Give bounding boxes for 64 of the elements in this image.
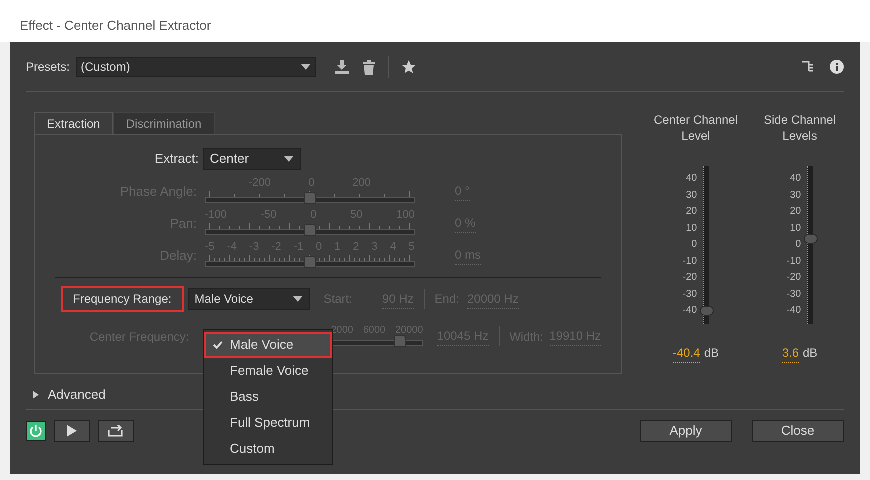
unit-label: dB bbox=[704, 345, 720, 362]
trash-icon[interactable] bbox=[362, 58, 376, 74]
dialog-button[interactable]: Close bbox=[752, 420, 844, 442]
menu-item[interactable]: Male Voice bbox=[204, 332, 332, 358]
meter-tick-label: 20 bbox=[685, 207, 698, 217]
presets-label: Presets: bbox=[26, 58, 70, 76]
meter-tick-label: 0 bbox=[690, 240, 698, 250]
meter-thumb[interactable] bbox=[804, 234, 818, 244]
meter-tick-label: -40 bbox=[786, 306, 802, 316]
caret-icon bbox=[284, 156, 294, 162]
menu-item-label: Bass bbox=[230, 388, 259, 406]
meter-tick-label: -30 bbox=[682, 290, 698, 300]
extract-dropdown[interactable]: Center bbox=[203, 148, 301, 170]
meter-tick-label: 40 bbox=[685, 174, 698, 184]
caret-icon bbox=[301, 64, 312, 70]
check-icon bbox=[213, 341, 223, 349]
menu-item[interactable]: Full Spectrum bbox=[204, 410, 332, 436]
frequency-range-dropdown[interactable]: Male Voice bbox=[188, 288, 310, 310]
meter-tick-label: 30 bbox=[789, 190, 802, 200]
extract-label: Extract: bbox=[154, 150, 200, 168]
power-icon bbox=[29, 424, 43, 438]
caret-icon bbox=[292, 296, 303, 302]
meter-tick-label: 20 bbox=[789, 207, 802, 217]
meter-title: Side Channel Levels bbox=[762, 112, 838, 145]
meter-value[interactable]: 3.6 bbox=[782, 344, 799, 363]
star-icon[interactable] bbox=[401, 58, 418, 74]
routing-icon[interactable] bbox=[802, 60, 816, 72]
tab[interactable]: Discrimination bbox=[113, 112, 215, 134]
meter-value[interactable]: -40.4 bbox=[672, 344, 700, 363]
menu-item[interactable]: Custom bbox=[204, 436, 332, 462]
tab[interactable]: Extraction bbox=[34, 112, 114, 134]
play-button[interactable] bbox=[54, 420, 90, 442]
menu-item-label: Male Voice bbox=[230, 336, 294, 354]
unit-label: dB bbox=[803, 345, 818, 362]
menu-item-label: Female Voice bbox=[230, 362, 309, 380]
presets-dropdown[interactable]: (Custom) bbox=[76, 56, 316, 76]
menu-item-label: Custom bbox=[230, 440, 275, 458]
meter-tick-label: 10 bbox=[685, 224, 698, 234]
info-icon[interactable] bbox=[830, 60, 844, 74]
meter-title: Center Channel Level bbox=[652, 112, 740, 145]
loop-icon bbox=[108, 425, 124, 437]
menu-item[interactable]: Female Voice bbox=[204, 358, 332, 384]
play-icon bbox=[67, 425, 77, 437]
meter-tick-label: -10 bbox=[786, 256, 802, 266]
meter-tick-label: -20 bbox=[682, 273, 698, 283]
dialog-button[interactable]: Apply bbox=[640, 420, 732, 442]
window-title: Effect - Center Channel Extractor bbox=[20, 17, 212, 36]
meter-tick-label: -10 bbox=[682, 256, 698, 266]
download-icon[interactable] bbox=[334, 58, 350, 74]
meter-tick-label: -40 bbox=[682, 306, 698, 316]
triangle-icon bbox=[32, 390, 40, 398]
menu-item-label: Full Spectrum bbox=[230, 414, 310, 432]
loop-button[interactable] bbox=[98, 420, 134, 442]
menu-item[interactable]: Bass bbox=[204, 384, 332, 410]
meter-tick-label: 40 bbox=[789, 174, 802, 184]
power-button[interactable] bbox=[26, 421, 46, 441]
meter-tick-label: -20 bbox=[786, 273, 802, 283]
advanced-toggle[interactable]: Advanced bbox=[32, 384, 106, 404]
meter-tick-label: 0 bbox=[794, 240, 802, 250]
meter-tick-label: 10 bbox=[789, 224, 802, 234]
meter-tick-label: 30 bbox=[685, 190, 698, 200]
frequency-range-label: Frequency Range: bbox=[61, 286, 184, 312]
meter-tick-label: -30 bbox=[786, 290, 802, 300]
meter-thumb[interactable] bbox=[700, 306, 714, 316]
